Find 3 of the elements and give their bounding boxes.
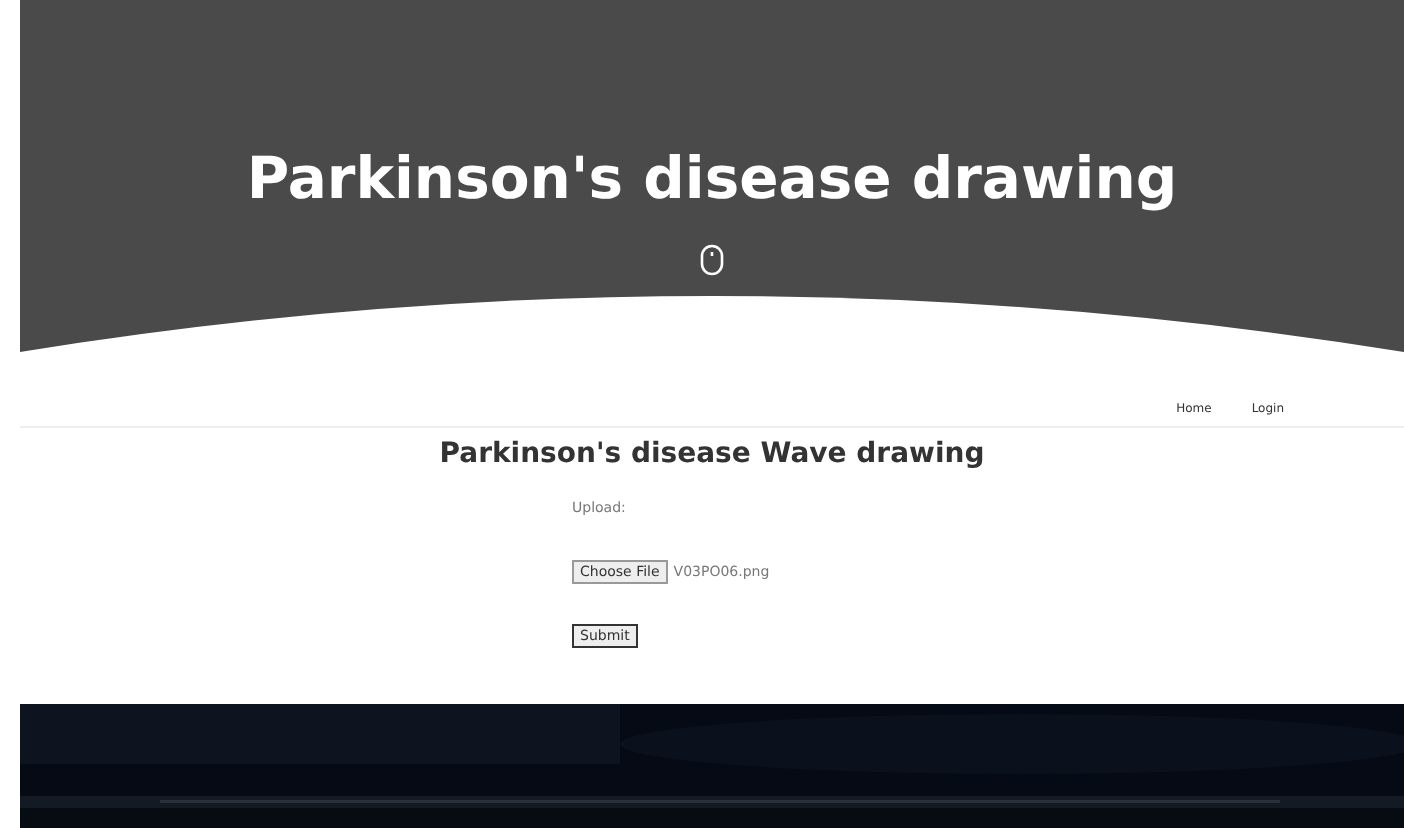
hero-title: Parkinson's disease drawing [246,144,1178,212]
mouse-icon [700,244,724,276]
form-heading: Parkinson's disease Wave drawing [437,438,987,470]
